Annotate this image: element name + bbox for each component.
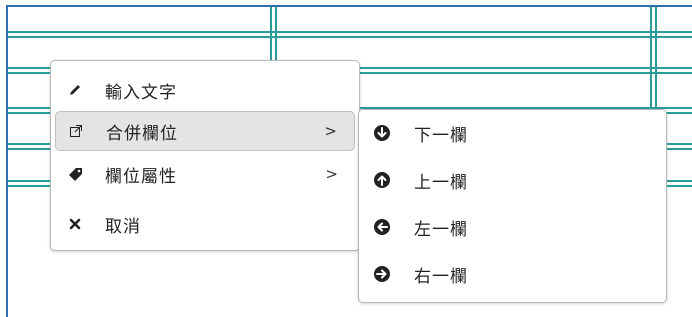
context-menu: 輸入文字 合併欄位 > 欄位屬性 > 取消 xyxy=(50,60,360,251)
menu-item-label: 欄位屬性 xyxy=(105,166,177,187)
external-link-icon xyxy=(68,123,84,139)
menu-item-label: 取消 xyxy=(105,216,141,237)
submenu-item-previous-column[interactable]: 上一欄 xyxy=(359,157,666,203)
close-icon xyxy=(67,216,83,232)
submenu-item-label: 下一欄 xyxy=(414,125,468,146)
submenu-item-left-column[interactable]: 左一欄 xyxy=(359,204,666,250)
grid-row-line xyxy=(8,31,692,33)
menu-item-label: 合併欄位 xyxy=(106,123,178,144)
submenu-item-right-column[interactable]: 右一欄 xyxy=(359,251,666,297)
grid-border-top xyxy=(6,5,692,7)
pencil-icon xyxy=(67,82,83,98)
submenu-item-label: 上一欄 xyxy=(414,172,468,193)
grid-row-line xyxy=(8,36,692,38)
arrow-circle-right-icon xyxy=(374,266,390,282)
grid-border-left xyxy=(6,5,8,317)
submenu-item-label: 左一欄 xyxy=(414,219,468,240)
arrow-circle-up-icon xyxy=(374,172,390,188)
menu-item-input-text[interactable]: 輸入文字 xyxy=(55,70,355,110)
chevron-right-icon: > xyxy=(325,165,339,183)
menu-item-cancel[interactable]: 取消 xyxy=(55,204,355,244)
submenu-merge-cells: 下一欄 上一欄 左一欄 右一欄 xyxy=(358,109,667,303)
submenu-item-label: 右一欄 xyxy=(414,266,468,287)
menu-item-cell-properties[interactable]: 欄位屬性 > xyxy=(55,154,355,194)
arrow-circle-left-icon xyxy=(374,219,390,235)
arrow-circle-down-icon xyxy=(374,125,390,141)
submenu-item-next-column[interactable]: 下一欄 xyxy=(359,110,666,156)
tag-icon xyxy=(67,166,83,182)
menu-item-merge-cells[interactable]: 合併欄位 > xyxy=(55,111,355,151)
chevron-right-icon: > xyxy=(324,122,338,140)
menu-item-label: 輸入文字 xyxy=(105,82,177,103)
